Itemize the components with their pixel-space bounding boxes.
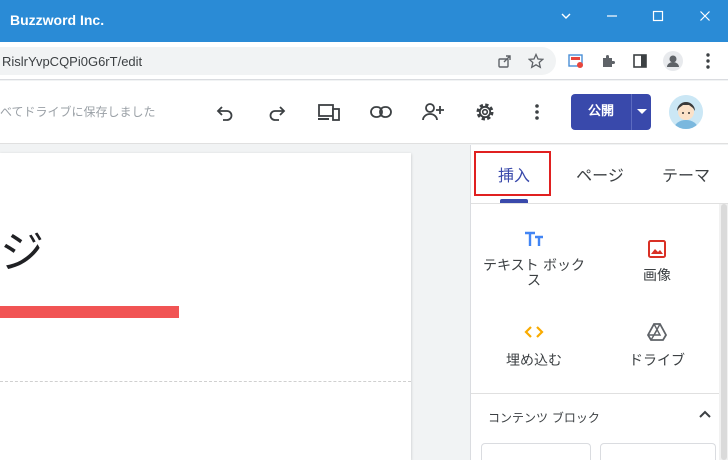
insert-image[interactable]: 画像 [597, 239, 717, 289]
maximize-icon [652, 7, 664, 26]
drive-label: ドライブ [629, 353, 685, 369]
minimize-button[interactable] [589, 0, 635, 32]
text-box-icon [524, 229, 544, 249]
publish-dropdown-icon[interactable] [632, 94, 651, 130]
tab-pages[interactable]: ページ [557, 145, 643, 203]
tab-pages-label[interactable]: ページ [576, 162, 624, 186]
window-titlebar: Buzzword Inc. [0, 0, 728, 42]
content-block-layout-1[interactable] [481, 443, 591, 460]
more-vert-icon[interactable] [698, 51, 718, 71]
undo-icon[interactable] [214, 101, 236, 123]
side-panel: 挿入 ページ テーマ テキスト ボックス 画像 埋め込む ドライブ コンテンツ … [470, 145, 728, 460]
redo-icon[interactable] [266, 101, 288, 123]
share-icon[interactable] [495, 51, 515, 71]
preview-devices-icon[interactable] [317, 101, 341, 123]
side-panel-icon[interactable] [630, 51, 650, 71]
url-text[interactable]: RislrYvpCQPi0G6rT/edit [2, 54, 142, 69]
chevron-down-icon [560, 7, 572, 26]
scrollbar-thumb[interactable] [721, 204, 727, 460]
image-icon [647, 239, 667, 259]
content-blocks-heading: コンテンツ ブロック [488, 411, 600, 425]
maximize-button[interactable] [635, 0, 681, 32]
panel-scrollbar[interactable] [719, 204, 728, 460]
chevron-up-icon[interactable] [697, 406, 713, 422]
user-avatar[interactable] [669, 95, 703, 129]
close-button[interactable] [682, 0, 728, 32]
publish-label[interactable]: 公開 [571, 94, 631, 130]
image-label: 画像 [643, 268, 671, 284]
insert-text-box[interactable]: テキスト ボックス [474, 227, 594, 289]
site-page[interactable]: ジ [0, 153, 411, 460]
link-icon[interactable] [369, 101, 393, 123]
settings-gear-icon[interactable] [473, 100, 497, 124]
publish-button[interactable]: 公開 [571, 94, 651, 130]
extensions-puzzle-icon[interactable] [598, 51, 618, 71]
drive-icon [647, 322, 667, 342]
insert-drive[interactable]: ドライブ [597, 322, 717, 372]
minimize-icon [606, 7, 618, 26]
profile-icon[interactable] [662, 50, 684, 72]
page-title[interactable]: ジ [0, 231, 44, 275]
section-divider [0, 381, 411, 382]
tab-themes[interactable]: テーマ [643, 145, 728, 203]
window-title: Buzzword Inc. [10, 12, 105, 28]
tab-highlight-box [474, 151, 551, 196]
bookmark-star-icon[interactable] [526, 51, 546, 71]
extension-screenshot-icon[interactable] [566, 51, 586, 71]
browser-address-bar: RislrYvpCQPi0G6rT/edit [0, 42, 728, 80]
close-icon [699, 7, 711, 26]
text-box-label: テキスト ボックス [482, 258, 586, 289]
embed-label: 埋め込む [506, 353, 562, 369]
editor-toolbar: べてドライブに保存しました 公開 [0, 81, 728, 144]
more-options-icon[interactable] [527, 101, 547, 123]
editor-canvas: ジ [0, 145, 470, 460]
tab-search-button[interactable] [543, 0, 589, 32]
section-divider-line [471, 393, 719, 394]
title-accent-bar [0, 306, 179, 318]
tab-themes-label[interactable]: テーマ [662, 162, 710, 186]
save-status: べてドライブに保存しました [0, 105, 156, 119]
embed-code-icon [524, 322, 544, 342]
share-add-person-icon[interactable] [421, 100, 445, 124]
tab-bar-divider [471, 203, 728, 204]
insert-embed[interactable]: 埋め込む [474, 322, 594, 372]
omnibox[interactable]: RislrYvpCQPi0G6rT/edit [0, 47, 556, 75]
content-block-layout-2[interactable] [600, 443, 716, 460]
